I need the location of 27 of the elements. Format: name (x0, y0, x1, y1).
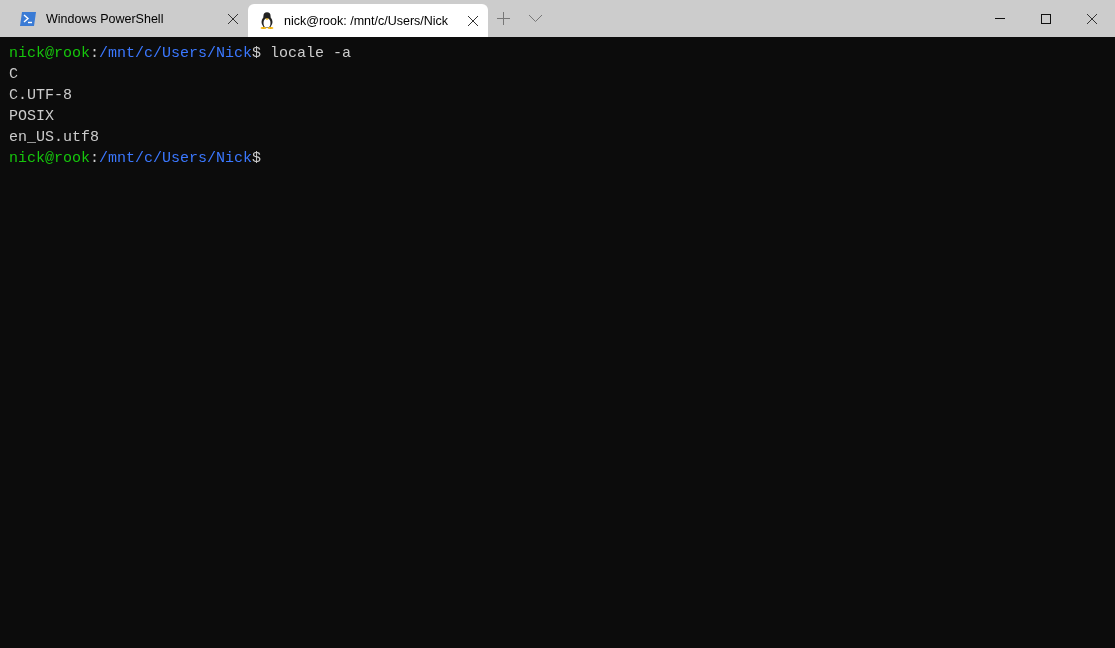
maximize-icon (1041, 13, 1051, 24)
output-line: C (9, 65, 18, 85)
penguin-icon (260, 12, 274, 29)
prompt-path: /mnt/c/Users/Nick (99, 44, 253, 64)
tab-label: nick@rook: /mnt/c/Users/Nick (284, 13, 450, 28)
chevron-down-icon (528, 15, 542, 22)
prompt-symbol: $ (252, 44, 262, 64)
output-line: en_US.utf8 (9, 128, 99, 148)
prompt-user-host: nick@rook (9, 44, 90, 64)
output-line: C.UTF-8 (9, 86, 72, 106)
output-line: POSIX (9, 107, 54, 127)
close-tab-button[interactable] (468, 15, 478, 26)
prompt-separator: : (90, 149, 100, 169)
close-icon (1087, 13, 1097, 24)
close-icon (468, 15, 478, 26)
terminal-icon (20, 11, 36, 26)
minimize-icon (995, 18, 1005, 19)
close-tab-button[interactable] (228, 13, 238, 24)
prompt-user-host: nick@rook (9, 149, 90, 169)
tab-label: Windows PowerShell (46, 11, 165, 26)
prompt-separator: : (90, 44, 100, 64)
prompt-symbol: $ (252, 149, 262, 169)
prompt-path: /mnt/c/Users/Nick (99, 149, 253, 169)
close-icon (228, 13, 238, 24)
command-text: locale -a (269, 44, 352, 64)
plus-icon (496, 12, 510, 25)
tab[interactable]: nick@rook: /mnt/c/Users/Nick (248, 4, 488, 37)
